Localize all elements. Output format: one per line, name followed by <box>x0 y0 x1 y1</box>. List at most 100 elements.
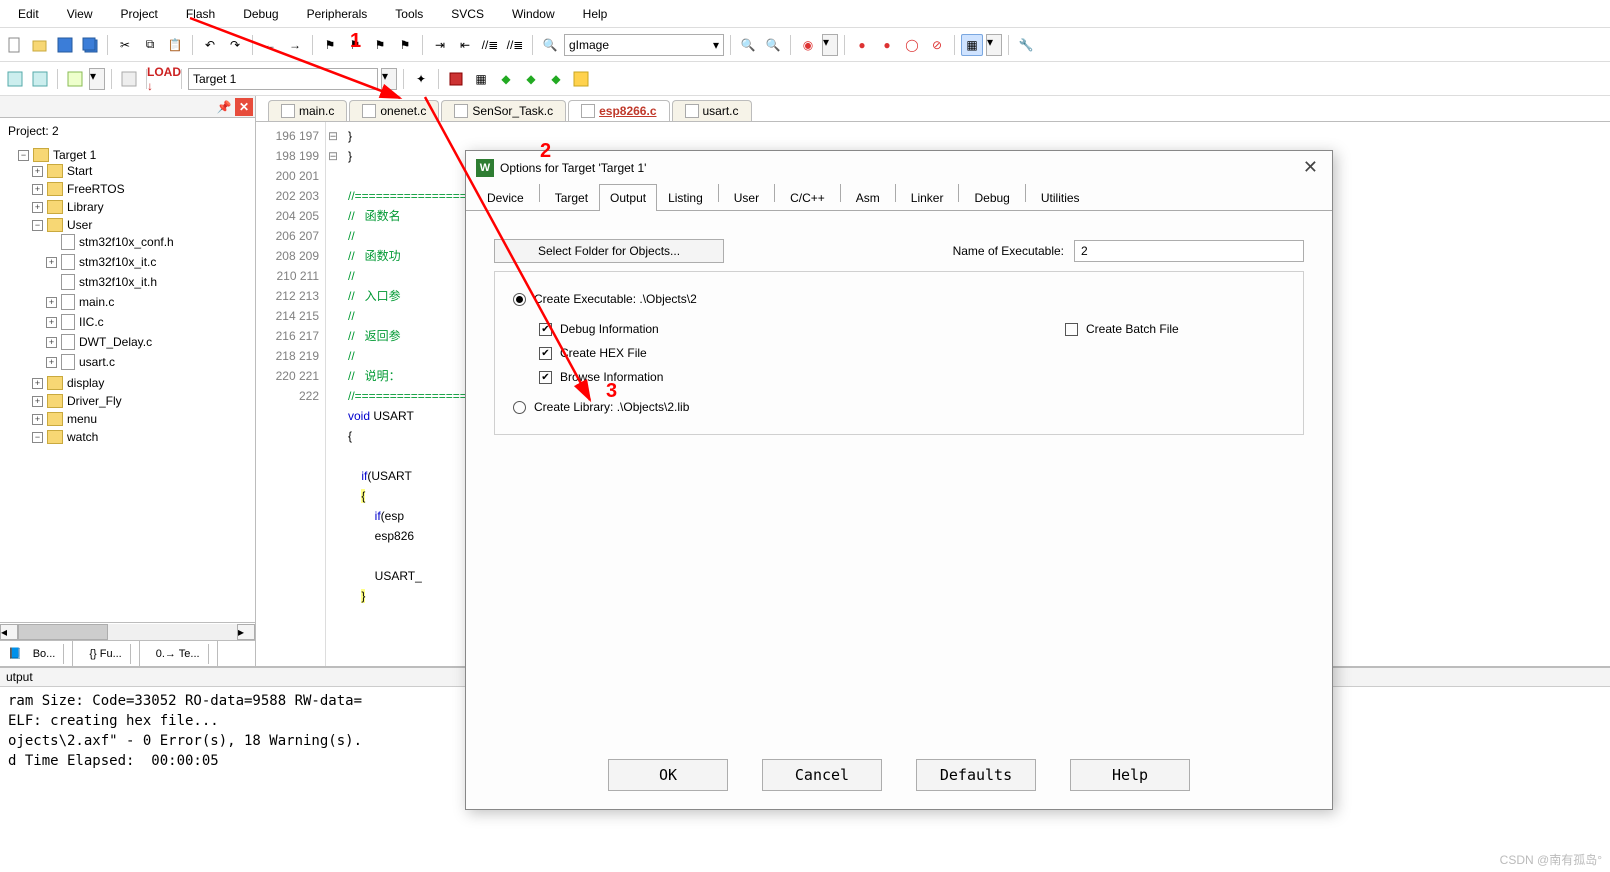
menu-view[interactable]: View <box>53 3 107 25</box>
menu-tools[interactable]: Tools <box>381 3 437 25</box>
uncomment-icon[interactable]: //≣ <box>504 34 526 56</box>
expand-icon[interactable]: + <box>32 396 43 407</box>
dialog-tab-output[interactable]: Output <box>599 184 657 211</box>
help-button[interactable]: Help <box>1070 759 1190 791</box>
translate-icon[interactable] <box>4 68 26 90</box>
back-icon[interactable]: ← <box>259 34 281 56</box>
tab-books[interactable]: 📘 Bo... <box>0 641 73 666</box>
target-combo[interactable]: Target 1 <box>188 68 378 90</box>
scroll-left-icon[interactable]: ◂ <box>0 624 18 640</box>
file-tab[interactable]: onenet.c <box>349 100 439 121</box>
dialog-tab-asm[interactable]: Asm <box>845 184 891 211</box>
tab-templates[interactable]: 0.→ Te... <box>140 641 218 666</box>
exec-name-input[interactable] <box>1074 240 1304 262</box>
paste-icon[interactable]: 📋 <box>164 34 186 56</box>
expand-icon[interactable]: + <box>32 202 43 213</box>
open-icon[interactable] <box>29 34 51 56</box>
bookmark-next-icon[interactable]: ⚑ <box>369 34 391 56</box>
menu-edit[interactable]: Edit <box>4 3 53 25</box>
dialog-tab-utilities[interactable]: Utilities <box>1030 184 1091 211</box>
expand-icon[interactable]: + <box>32 378 43 389</box>
pack2-icon[interactable]: ◆ <box>520 68 542 90</box>
tree-item[interactable]: watch <box>67 430 98 444</box>
rebuild-drop[interactable]: ▾ <box>89 68 105 90</box>
expand-icon[interactable]: + <box>46 357 57 368</box>
expand-icon[interactable]: + <box>46 257 57 268</box>
dialog-tab-device[interactable]: Device <box>476 184 535 211</box>
pin-icon[interactable]: 📌 <box>215 98 233 116</box>
browse-info-checkbox[interactable]: ✔Browse Information <box>539 370 1065 384</box>
save-icon[interactable] <box>54 34 76 56</box>
menu-project[interactable]: Project <box>106 3 171 25</box>
bookmark-clear-icon[interactable]: ⚑ <box>394 34 416 56</box>
fwd-icon[interactable]: → <box>284 34 306 56</box>
menu-help[interactable]: Help <box>569 3 622 25</box>
expand-icon[interactable]: + <box>32 166 43 177</box>
debug-info-checkbox[interactable]: ✔Debug Information <box>539 322 1065 336</box>
close-icon[interactable]: ✕ <box>1299 157 1322 178</box>
create-exe-radio[interactable]: Create Executable: .\Objects\2 <box>513 292 1285 306</box>
manage2-icon[interactable]: ▦ <box>470 68 492 90</box>
redo-icon[interactable]: ↷ <box>224 34 246 56</box>
create-hex-checkbox[interactable]: ✔Create HEX File <box>539 346 1065 360</box>
tree-item[interactable]: FreeRTOS <box>67 182 125 196</box>
incremental-find-icon[interactable]: 🔍 <box>762 34 784 56</box>
expand-icon[interactable]: − <box>32 220 43 231</box>
undo-icon[interactable]: ↶ <box>199 34 221 56</box>
copy-icon[interactable]: ⧉ <box>139 34 161 56</box>
pack3-icon[interactable]: ◆ <box>545 68 567 90</box>
comment-icon[interactable]: //≣ <box>479 34 501 56</box>
dialog-tab-user[interactable]: User <box>723 184 770 211</box>
tree-item[interactable]: IIC.c <box>79 315 104 329</box>
tree-item[interactable]: Driver_Fly <box>67 394 122 408</box>
menu-window[interactable]: Window <box>498 3 569 25</box>
tree-item[interactable]: main.c <box>79 295 114 309</box>
expand-icon[interactable]: + <box>32 184 43 195</box>
tree-item[interactable]: usart.c <box>79 355 115 369</box>
expand-icon[interactable]: + <box>46 317 57 328</box>
tree-root[interactable]: Target 1 <box>53 148 96 162</box>
expand-icon[interactable]: + <box>46 297 57 308</box>
pack4-icon[interactable] <box>570 68 592 90</box>
dialog-tab-target[interactable]: Target <box>544 184 599 211</box>
build-icon[interactable] <box>29 68 51 90</box>
find-in-files-icon[interactable]: 🔍 <box>737 34 759 56</box>
expand-icon[interactable]: + <box>46 337 57 348</box>
manage-icon[interactable] <box>445 68 467 90</box>
dialog-tab-debug[interactable]: Debug <box>963 184 1020 211</box>
ok-button[interactable]: OK <box>608 759 728 791</box>
scroll-right-icon[interactable]: ▸ <box>237 624 255 640</box>
dialog-tab-listing[interactable]: Listing <box>657 184 714 211</box>
expand-icon[interactable]: − <box>18 150 29 161</box>
tree-item[interactable]: menu <box>67 412 97 426</box>
file-tab[interactable]: esp8266.c <box>568 100 669 121</box>
create-lib-radio[interactable]: Create Library: .\Objects\2.lib <box>513 400 1285 414</box>
tree-item[interactable]: stm32f10x_it.c <box>79 255 156 269</box>
target-drop[interactable]: ▾ <box>381 68 397 90</box>
breakpoint-icon[interactable]: ● <box>851 34 873 56</box>
new-icon[interactable] <box>4 34 26 56</box>
tree-item[interactable]: display <box>67 376 104 390</box>
rebuild-icon[interactable] <box>64 68 86 90</box>
defaults-button[interactable]: Defaults <box>916 759 1036 791</box>
scroll-thumb[interactable] <box>18 624 108 640</box>
tree-item[interactable]: stm32f10x_conf.h <box>79 235 174 249</box>
breakpoint2-icon[interactable]: ● <box>876 34 898 56</box>
expand-icon[interactable]: − <box>32 432 43 443</box>
download-icon[interactable]: LOAD↓ <box>153 68 175 90</box>
menu-debug[interactable]: Debug <box>229 3 292 25</box>
file-tab[interactable]: SenSor_Task.c <box>441 100 566 121</box>
tree-item[interactable]: Start <box>67 164 92 178</box>
expand-icon[interactable]: + <box>32 414 43 425</box>
window-icon[interactable]: ▦ <box>961 34 983 56</box>
batch-icon[interactable] <box>118 68 140 90</box>
debug-icon[interactable]: ◉ <box>797 34 819 56</box>
window-drop[interactable]: ▾ <box>986 34 1002 56</box>
menu-flash[interactable]: Flash <box>172 3 229 25</box>
fold-column[interactable]: ⊟ ⊟ <box>326 122 340 666</box>
bookmark-prev-icon[interactable]: ⚑ <box>344 34 366 56</box>
tree-item[interactable]: DWT_Delay.c <box>79 335 152 349</box>
search-combo[interactable]: gImage▾ <box>564 34 724 56</box>
batch-file-checkbox[interactable]: Create Batch File <box>1065 322 1285 336</box>
pack1-icon[interactable]: ◆ <box>495 68 517 90</box>
